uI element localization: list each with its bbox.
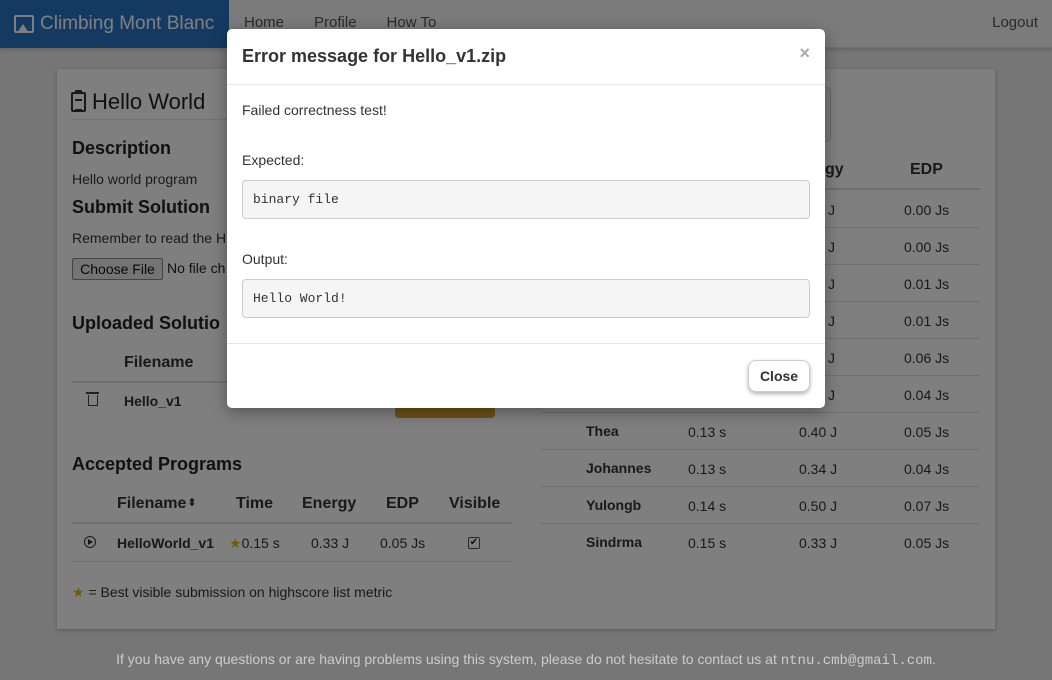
output-label: Output: (242, 251, 288, 267)
expected-label: Expected: (242, 152, 305, 168)
modal-message: Failed correctness test! (242, 102, 387, 118)
expected-output: binary file (242, 180, 810, 219)
close-icon[interactable]: × (799, 43, 810, 64)
close-button[interactable]: Close (748, 360, 810, 392)
modal-title: Error message for Hello_v1.zip (242, 46, 507, 66)
footer-end: . (931, 651, 936, 667)
footer-email[interactable]: ntnu.cmb@gmail.com (781, 653, 932, 669)
error-modal: Error message for Hello_v1.zip × Failed … (227, 29, 825, 408)
modal-header-divider (227, 84, 825, 85)
program-output: Hello World! (242, 279, 810, 318)
footer-text: If you have any questions or are having … (116, 651, 781, 667)
footer: If you have any questions or are having … (0, 651, 1052, 669)
modal-footer-divider (227, 343, 825, 344)
